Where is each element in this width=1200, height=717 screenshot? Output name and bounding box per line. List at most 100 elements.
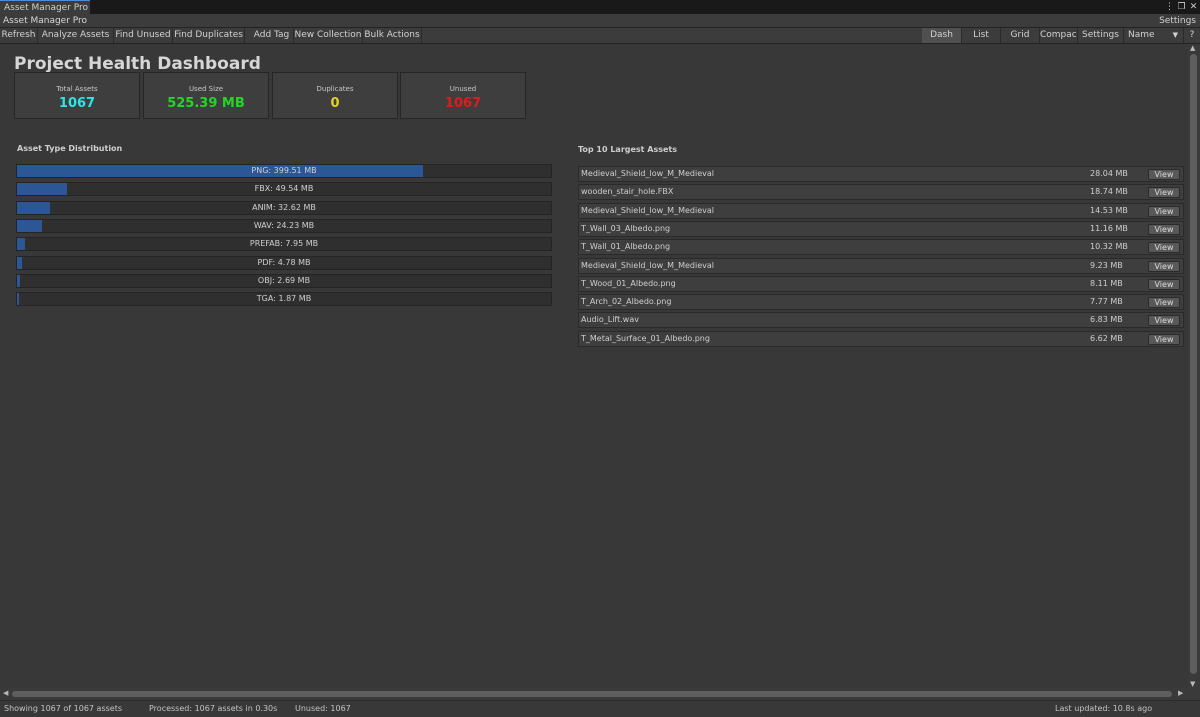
status-processed: Processed: 1067 assets in 0.30s (149, 704, 278, 713)
largest-asset-row: T_Wall_03_Albedo.png 11.16 MB View (578, 220, 1184, 237)
distribution-row: WAV: 24.23 MB (16, 218, 552, 233)
scroll-arrow-left-icon[interactable]: ◀ (3, 689, 8, 697)
dropdown-caret-icon: ▼ (1172, 31, 1178, 39)
page-title: Project Health Dashboard (14, 54, 261, 74)
view-asset-button[interactable]: View (1148, 333, 1180, 345)
distribution-label: TGA: 1.87 MB (256, 294, 312, 304)
refresh-button[interactable]: Refresh (0, 28, 38, 43)
analyze-assets-button[interactable]: Analyze Assets (38, 28, 114, 43)
view-asset-button[interactable]: View (1148, 169, 1180, 180)
stat-value: 1067 (58, 96, 96, 111)
asset-size: 11.16 MB (1090, 223, 1128, 233)
horizontal-scrollbar[interactable]: ◀ ▶ (0, 688, 1200, 700)
view-asset-button[interactable]: View (1148, 242, 1180, 254)
stat-value: 0 (330, 96, 340, 111)
asset-size: 8.11 MB (1090, 278, 1123, 288)
view-asset-button[interactable]: View (1148, 187, 1180, 199)
bulk-actions-button[interactable]: Bulk Actions (363, 28, 422, 43)
stat-card-duplicates: Duplicates 0 (272, 72, 398, 119)
stat-value: 525.39 MB (167, 96, 245, 111)
distribution-label: OBJ: 2.69 MB (257, 275, 311, 285)
distribution-row: OBJ: 2.69 MB (16, 273, 552, 288)
stat-label: Used Size (188, 85, 224, 93)
asset-name: Medieval_Shield_low_M_Medieval (581, 169, 714, 178)
stat-label: Total Assets (56, 85, 98, 93)
scroll-arrow-up-icon[interactable]: ▲ (1190, 44, 1195, 52)
find-unused-button[interactable]: Find Unused (114, 28, 173, 43)
view-grid-button[interactable]: Grid (1001, 28, 1040, 43)
distribution-label: PREFAB: 7.95 MB (249, 239, 319, 249)
kebab-menu-icon[interactable]: ⋮ (1165, 0, 1174, 14)
view-asset-button[interactable]: View (1148, 315, 1180, 327)
distribution-label: PDF: 4.78 MB (257, 257, 311, 267)
stat-label: Duplicates (316, 85, 354, 93)
asset-name: T_Wall_01_Albedo.png (581, 242, 671, 252)
distribution-row: PREFAB: 7.95 MB (16, 237, 552, 252)
stat-label: Unused (449, 85, 477, 93)
asset-size: 14.53 MB (1090, 205, 1128, 215)
distribution-row: ANIM: 32.62 MB (16, 200, 552, 215)
window-tab[interactable]: Asset Manager Pro (0, 0, 90, 14)
largest-asset-row: T_Arch_02_Albedo.png 7.77 MB View (578, 294, 1184, 311)
asset-size: 7.77 MB (1090, 297, 1123, 307)
find-duplicates-button[interactable]: Find Duplicates (173, 28, 245, 43)
scroll-arrow-down-icon[interactable]: ▼ (1190, 680, 1195, 688)
status-unused: Unused: 1067 (295, 704, 351, 713)
stat-card-used-size: Used Size 525.39 MB (143, 72, 269, 119)
largest-assets-title: Top 10 Largest Assets (578, 145, 678, 154)
largest-asset-row: T_Wood_01_Albedo.png 8.11 MB View (578, 275, 1184, 292)
view-asset-button[interactable]: View (1148, 223, 1180, 235)
stat-value: 1067 (444, 96, 482, 111)
status-bar: Showing 1067 of 1067 assets Processed: 1… (0, 700, 1200, 717)
sort-dropdown-value: Name (1128, 30, 1155, 40)
largest-asset-row: Medieval_Shield_low_M_Medieval 9.23 MB Vie… (578, 257, 1184, 274)
status-showing: Showing 1067 of 1067 assets (4, 704, 123, 713)
distribution-row: PDF: 4.78 MB (16, 255, 552, 270)
distribution-label: ANIM: 32.62 MB (252, 202, 316, 212)
asset-name: T_Wall_03_Albedo.png (581, 223, 671, 233)
distribution-label: WAV: 24.23 MB (253, 220, 315, 230)
view-asset-button[interactable]: View (1148, 297, 1180, 309)
view-asset-button[interactable]: View (1148, 260, 1180, 272)
largest-asset-row: wooden_stair_hole.FBX 18.74 MB View (578, 184, 1184, 201)
view-asset-button[interactable]: View (1148, 205, 1180, 217)
distribution-row: TGA: 1.87 MB (16, 292, 552, 307)
horizontal-scroll-thumb[interactable] (12, 691, 1172, 697)
asset-size: 18.74 MB (1090, 187, 1128, 197)
vertical-scrollbar[interactable]: ▲ ▼ (1188, 44, 1200, 688)
asset-name: Medieval_Shield_low_M_Medieval (581, 260, 714, 270)
view-asset-button[interactable]: View (1148, 278, 1180, 290)
view-compact-button[interactable]: Compact (1040, 28, 1078, 43)
top-settings-button[interactable]: Settings (1159, 15, 1196, 27)
vertical-scroll-thumb[interactable] (1190, 54, 1197, 674)
largest-asset-row: Audio_Lift.wav 6.83 MB View (578, 312, 1184, 329)
status-last-updated: Last updated: 10.8s ago (1055, 704, 1153, 713)
view-list-button[interactable]: List (962, 28, 1001, 43)
distribution-row: PNG: 399.51 MB (16, 164, 552, 178)
close-icon[interactable]: ✕ (1189, 0, 1198, 14)
help-button[interactable]: ? (1184, 28, 1200, 43)
largest-asset-row: Medieval_Shield_low_M_Medieval 14.53 MB Vi… (578, 202, 1184, 219)
sort-dropdown[interactable]: Name ▼ (1124, 28, 1184, 43)
asset-name: wooden_stair_hole.FBX (581, 187, 674, 197)
new-collection-button[interactable]: New Collection (294, 28, 363, 43)
distribution-title: Asset Type Distribution (17, 144, 123, 153)
add-tag-button[interactable]: Add Tag (250, 28, 294, 43)
maximize-icon[interactable]: ❐ (1177, 0, 1186, 14)
asset-size: 6.83 MB (1090, 315, 1123, 325)
asset-size: 28.04 MB (1090, 169, 1128, 178)
scroll-arrow-right-icon[interactable]: ▶ (1178, 689, 1183, 697)
asset-name: T_Arch_02_Albedo.png (581, 297, 672, 307)
asset-name: Audio_Lift.wav (581, 315, 639, 325)
distribution-label: FBX: 49.54 MB (254, 184, 314, 194)
asset-name: Medieval_Shield_low_M_Medieval (581, 205, 714, 215)
asset-name: T_Metal_Surface_01_Albedo.png (581, 333, 710, 343)
view-dash-button[interactable]: Dash (922, 28, 962, 43)
stat-card-total-assets: Total Assets 1067 (14, 72, 140, 119)
largest-asset-row: T_Metal_Surface_01_Albedo.png 6.62 MB View (578, 330, 1184, 347)
asset-size: 6.62 MB (1090, 333, 1123, 343)
toolbar-settings-button[interactable]: Settings (1078, 28, 1124, 43)
asset-name: T_Wood_01_Albedo.png (581, 278, 676, 288)
distribution-row: FBX: 49.54 MB (16, 182, 552, 197)
distribution-label: PNG: 399.51 MB (251, 166, 317, 175)
